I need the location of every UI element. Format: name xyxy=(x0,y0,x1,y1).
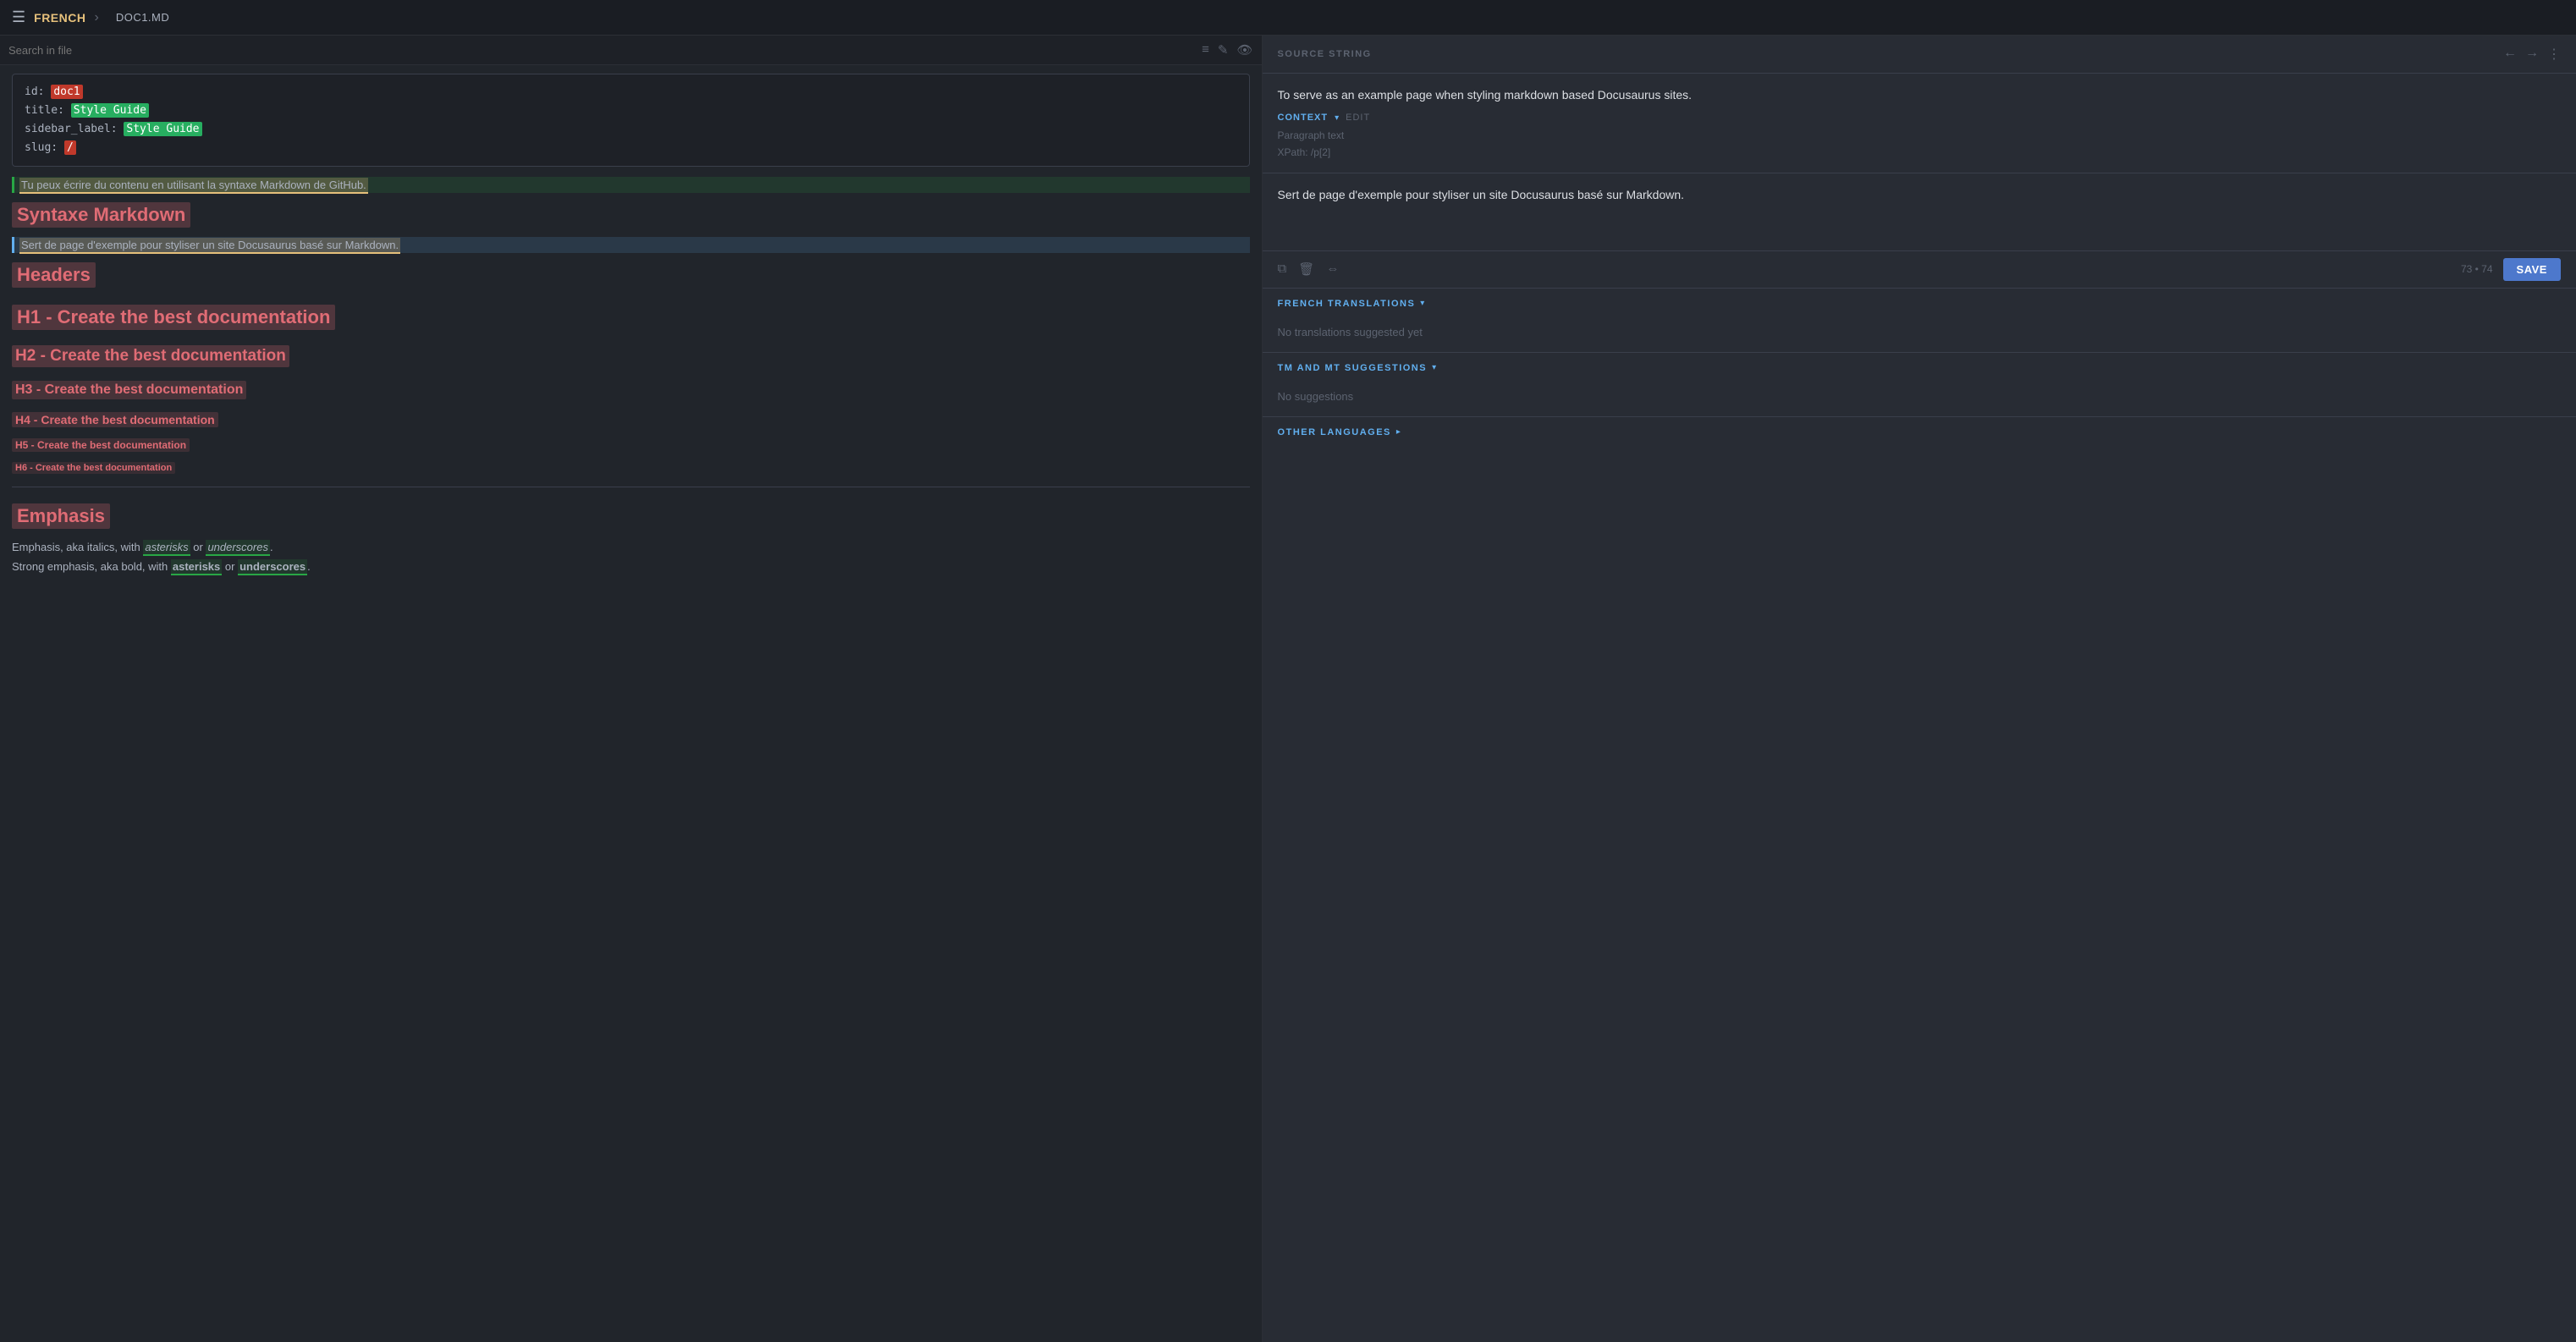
other-languages-label: OTHER LANGUAGES xyxy=(1278,427,1391,437)
edit-button[interactable]: EDIT xyxy=(1346,113,1370,123)
h3-create: H3 - Create the best documentation xyxy=(12,381,246,399)
source-nav-icons: ← → ⋮ xyxy=(2503,46,2561,63)
context-meta-line1: Paragraph text xyxy=(1278,128,2561,144)
h6-create: H6 - Create the best documentation xyxy=(12,462,175,474)
other-languages-chevron-icon: ▸ xyxy=(1396,427,1401,437)
context-chevron-icon[interactable]: ▾ xyxy=(1335,113,1339,123)
subtitle-text: Sert de page d'exemple pour styliser un … xyxy=(19,238,400,254)
eye-icon[interactable]: 👁 xyxy=(1237,42,1253,58)
h4-create-segment[interactable]: H4 - Create the best documentation xyxy=(12,407,1250,432)
h2-create-segment[interactable]: H2 - Create the best documentation xyxy=(12,339,1250,373)
intro-segment[interactable]: Tu peux écrire du contenu en utilisant l… xyxy=(12,177,1250,193)
emphasis-line1-segment[interactable]: Emphasis, aka italics, with asterisks or… xyxy=(12,538,1250,556)
emphasis-line2-segment[interactable]: Strong emphasis, aka bold, with asterisk… xyxy=(12,558,1250,575)
source-header: SOURCE STRING ← → ⋮ xyxy=(1263,36,2576,74)
source-content: To serve as an example page when styling… xyxy=(1263,74,2576,173)
split-icon[interactable]: ⇔ xyxy=(1326,261,1339,277)
translation-icons: ⧉ 🗑 ⇔ xyxy=(1278,261,1340,277)
source-label: SOURCE STRING xyxy=(1278,49,1372,59)
fm-title-key: title: xyxy=(25,104,64,117)
fm-sidebar-key: sidebar_label: xyxy=(25,123,118,135)
fm-title-val: Style Guide xyxy=(71,103,149,118)
main-layout: ≡ ✎ 👁 id: doc1 title: Style Guide xyxy=(0,36,2576,1342)
filename: DOC1.MD xyxy=(116,11,169,24)
translation-area: Sert de page d'exemple pour styliser un … xyxy=(1263,173,2576,251)
breadcrumb-arrow: › xyxy=(94,10,98,25)
suggestions-area: FRENCH TRANSLATIONS ▾ No translations su… xyxy=(1263,289,2576,1342)
frontmatter-block: id: doc1 title: Style Guide sidebar_labe… xyxy=(12,74,1250,167)
french-translations-label: FRENCH TRANSLATIONS xyxy=(1278,299,1416,309)
search-input[interactable] xyxy=(8,44,1195,57)
emphasis-line2: Strong emphasis, aka bold, with asterisk… xyxy=(12,560,311,573)
fm-sidebar-val: Style Guide xyxy=(124,122,201,136)
other-languages-header[interactable]: OTHER LANGUAGES ▸ xyxy=(1263,417,2576,444)
h6-create-segment[interactable]: H6 - Create the best documentation xyxy=(12,458,1250,478)
context-row: CONTEXT ▾ EDIT xyxy=(1278,113,2561,123)
edit-icon[interactable]: ✎ xyxy=(1218,42,1229,58)
delete-translation-icon[interactable]: 🗑 xyxy=(1298,261,1314,277)
context-meta: Paragraph text XPath: /p[2] xyxy=(1278,128,2561,160)
topbar: ☰ FRENCH › DOC1.MD xyxy=(0,0,2576,36)
fm-id-val: doc1 xyxy=(51,85,82,99)
more-options-icon[interactable]: ⋮ xyxy=(2547,46,2561,63)
h1-syntaxe: Syntaxe Markdown xyxy=(12,202,190,228)
h2-create: H2 - Create the best documentation xyxy=(12,345,289,367)
tm-mt-label: TM AND MT SUGGESTIONS xyxy=(1278,363,1428,373)
context-meta-line2: XPath: /p[2] xyxy=(1278,145,2561,161)
search-bar: ≡ ✎ 👁 xyxy=(0,36,1262,65)
nav-prev-icon[interactable]: ← xyxy=(2503,46,2517,63)
search-toolbar: ≡ ✎ 👁 xyxy=(1202,42,1252,58)
nav-next-icon[interactable]: → xyxy=(2525,46,2539,63)
project-name: FRENCH xyxy=(34,11,85,25)
h1-syntaxe-segment[interactable]: Syntaxe Markdown xyxy=(12,195,1250,235)
menu-icon[interactable]: ☰ xyxy=(12,8,25,26)
list-icon[interactable]: ≡ xyxy=(1202,42,1209,58)
save-button[interactable]: SAVE xyxy=(2503,258,2561,281)
intro-text: Tu peux écrire du contenu en utilisant l… xyxy=(19,178,368,194)
context-label: CONTEXT xyxy=(1278,113,1329,123)
no-translations-text: No translations suggested yet xyxy=(1263,316,2576,352)
emphasis-line1: Emphasis, aka italics, with asterisks or… xyxy=(12,541,273,553)
right-panel: SOURCE STRING ← → ⋮ To serve as an examp… xyxy=(1263,36,2576,1342)
h5-create-segment[interactable]: H5 - Create the best documentation xyxy=(12,434,1250,456)
h1-headers: Headers xyxy=(12,262,96,288)
h5-create: H5 - Create the best documentation xyxy=(12,438,190,452)
translation-toolbar: ⧉ 🗑 ⇔ 73 • 74 SAVE xyxy=(1263,251,2576,289)
editor-content: id: doc1 title: Style Guide sidebar_labe… xyxy=(0,65,1262,1342)
source-text: To serve as an example page when styling… xyxy=(1278,85,2561,104)
h4-create: H4 - Create the best documentation xyxy=(12,412,218,427)
h1-emphasis-segment[interactable]: Emphasis xyxy=(12,496,1250,536)
h1-create: H1 - Create the best documentation xyxy=(12,305,335,330)
subtitle-segment[interactable]: Sert de page d'exemple pour styliser un … xyxy=(12,237,1250,253)
copy-source-icon[interactable]: ⧉ xyxy=(1278,261,1287,277)
h1-headers-segment[interactable]: Headers xyxy=(12,255,1250,295)
tm-mt-header[interactable]: TM AND MT SUGGESTIONS ▾ xyxy=(1263,353,2576,380)
fm-slug-key: slug: xyxy=(25,141,58,154)
h1-emphasis: Emphasis xyxy=(12,503,110,529)
tm-mt-chevron-icon: ▾ xyxy=(1432,363,1436,372)
fm-id-key: id: xyxy=(25,85,44,98)
french-translations-chevron-icon: ▾ xyxy=(1420,299,1424,308)
fm-slug-val: / xyxy=(64,140,76,155)
char-count: 73 • 74 xyxy=(2461,263,2493,275)
french-translations-header[interactable]: FRENCH TRANSLATIONS ▾ xyxy=(1263,289,2576,316)
left-panel: ≡ ✎ 👁 id: doc1 title: Style Guide xyxy=(0,36,1263,1342)
no-suggestions-text: No suggestions xyxy=(1263,380,2576,416)
translation-textarea[interactable]: Sert de page d'exemple pour styliser un … xyxy=(1278,185,2561,236)
h1-create-segment[interactable]: H1 - Create the best documentation xyxy=(12,297,1250,338)
h3-create-segment[interactable]: H3 - Create the best documentation xyxy=(12,375,1250,405)
